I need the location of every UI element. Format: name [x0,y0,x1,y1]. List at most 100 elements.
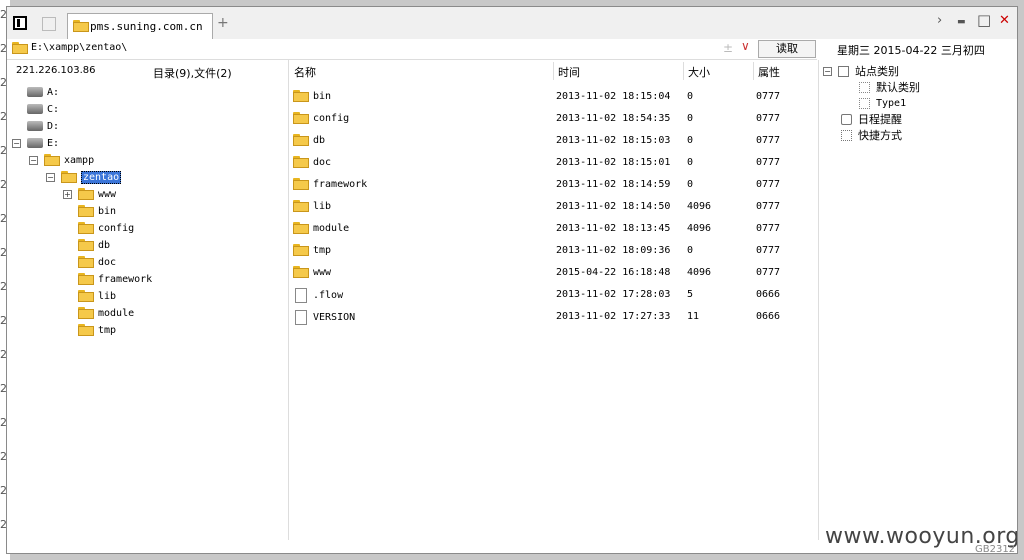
shortcut-label: 快捷方式 [858,129,902,142]
file-name-cell: doc [293,156,331,168]
file-name: doc [313,156,332,168]
folder-icon [78,239,94,251]
tree-item-label: tmp [98,324,117,336]
tree-item[interactable]: − zentao [46,169,122,185]
file-time: 2013-11-02 17:27:33 [556,311,671,322]
tree-item[interactable]: module [63,305,134,321]
file-row[interactable]: config 2013-11-02 18:54:35 0 0777 [293,108,819,130]
item-count: 目录(9),文件(2) [153,67,232,80]
file-attr: 0777 [756,201,781,212]
col-sep [553,62,554,80]
tree-item-label: framework [98,273,153,285]
tree-item[interactable]: − E: [12,135,59,151]
file-row[interactable]: .flow 2013-11-02 17:28:03 5 0666 [293,284,819,306]
file-time: 2015-04-22 16:18:48 [556,267,671,278]
file-time: 2013-11-02 18:54:35 [556,113,671,124]
expand-toggle[interactable]: + [63,189,72,199]
folder-icon [293,222,309,234]
file-row[interactable]: framework 2013-11-02 18:14:59 0 0777 [293,174,819,196]
file-name-cell: module [293,222,349,234]
file-name: VERSION [313,312,356,323]
address-bar[interactable]: E:\xampp\zentao\ ± ∨ [7,39,817,60]
folder-icon [293,178,309,190]
tree-item[interactable]: A: [12,84,59,100]
file-size: 0 [687,245,694,256]
file-row[interactable]: tmp 2013-11-02 18:09:36 0 0777 [293,240,819,262]
tree-item[interactable]: tmp [63,322,116,338]
plus-minus-icon[interactable]: ± [723,41,733,55]
tree-item[interactable]: framework [63,271,152,287]
file-name: db [313,134,326,146]
tab-bar: pms.suning.com.cn + › ▬ □ ✕ [7,7,1017,39]
sidebar-toggle-icon[interactable] [13,16,27,30]
tree-item[interactable]: D: [12,118,59,134]
folder-icon [44,154,60,166]
file-row[interactable]: doc 2013-11-02 18:15:01 0 0777 [293,152,819,174]
file-size: 0 [687,179,694,190]
site-category-item[interactable]: − 站点类别 [823,63,899,79]
column-header-attr[interactable]: 属性 [758,64,780,86]
item-icon [859,81,870,93]
expand-toggle[interactable]: − [12,138,21,148]
file-size: 5 [687,289,694,300]
folder-open-icon [61,171,77,183]
schedule-reminder-item[interactable]: 日程提醒 [841,111,902,127]
drive-icon [27,138,43,148]
file-row[interactable]: module 2013-11-02 18:13:45 4096 0777 [293,218,819,240]
tree-item[interactable]: + www [63,186,116,202]
address-input[interactable]: E:\xampp\zentao\ [31,42,127,53]
folder-icon [78,256,94,268]
folder-icon [78,273,94,285]
left-divider[interactable] [288,60,289,540]
tree-item-label: config [98,222,135,234]
file-attr: 0777 [756,223,781,234]
tree-item[interactable]: C: [12,101,59,117]
shortcut-icon [841,129,852,141]
file-name: www [313,266,332,278]
tree-item[interactable]: bin [63,203,116,219]
file-name: tmp [313,244,332,256]
column-header-size[interactable]: 大小 [688,64,710,86]
file-name: bin [313,90,332,102]
folder-icon [293,200,309,212]
shortcut-item[interactable]: 快捷方式 [841,127,902,143]
folder-icon [293,244,309,256]
tree-item[interactable]: doc [63,254,116,270]
tree-item-label: xampp [64,154,95,166]
expand-toggle[interactable]: − [29,155,38,165]
column-header-time[interactable]: 时间 [558,64,580,86]
minimize-button[interactable]: ▬ [957,17,966,27]
default-category-item[interactable]: 默认类别 [859,79,920,95]
type1-item[interactable]: Type1 [859,95,906,111]
file-row[interactable]: VERSION 2013-11-02 17:27:33 11 0666 [293,306,819,328]
tree-item[interactable]: db [63,237,110,253]
tree-item[interactable]: config [63,220,134,236]
file-row[interactable]: db 2013-11-02 18:15:03 0 0777 [293,130,819,152]
file-row[interactable]: bin 2013-11-02 18:15:04 0 0777 [293,86,819,108]
tab-pms-suning[interactable]: pms.suning.com.cn [67,13,213,39]
column-header-name[interactable]: 名称 [294,64,316,86]
close-button[interactable]: ✕ [999,13,1010,28]
next-icon[interactable]: › [937,13,942,28]
read-button[interactable]: 读取 [758,40,816,58]
server-ip: 221.226.103.86 [16,65,96,76]
tree-item-label: A: [47,86,60,98]
tree-item[interactable]: lib [63,288,116,304]
item-icon [859,97,870,109]
chevron-down-icon[interactable]: ∨ [741,39,750,53]
folder-icon [78,205,94,217]
file-name: lib [313,200,332,212]
file-row[interactable]: www 2015-04-22 16:18:48 4096 0777 [293,262,819,284]
new-tab-button[interactable]: + [217,15,229,31]
tree-item[interactable]: − xampp [29,152,94,168]
file-attr: 0666 [756,311,781,322]
file-attr: 0666 [756,289,781,300]
maximize-button[interactable]: □ [977,11,991,29]
file-time: 2013-11-02 18:15:01 [556,157,671,168]
collapse-toggle[interactable]: − [823,66,832,76]
blank-tab-icon[interactable] [42,17,56,31]
folder-icon [78,307,94,319]
expand-toggle[interactable]: − [46,172,55,182]
file-row[interactable]: lib 2013-11-02 18:14:50 4096 0777 [293,196,819,218]
folder-icon [293,90,309,102]
